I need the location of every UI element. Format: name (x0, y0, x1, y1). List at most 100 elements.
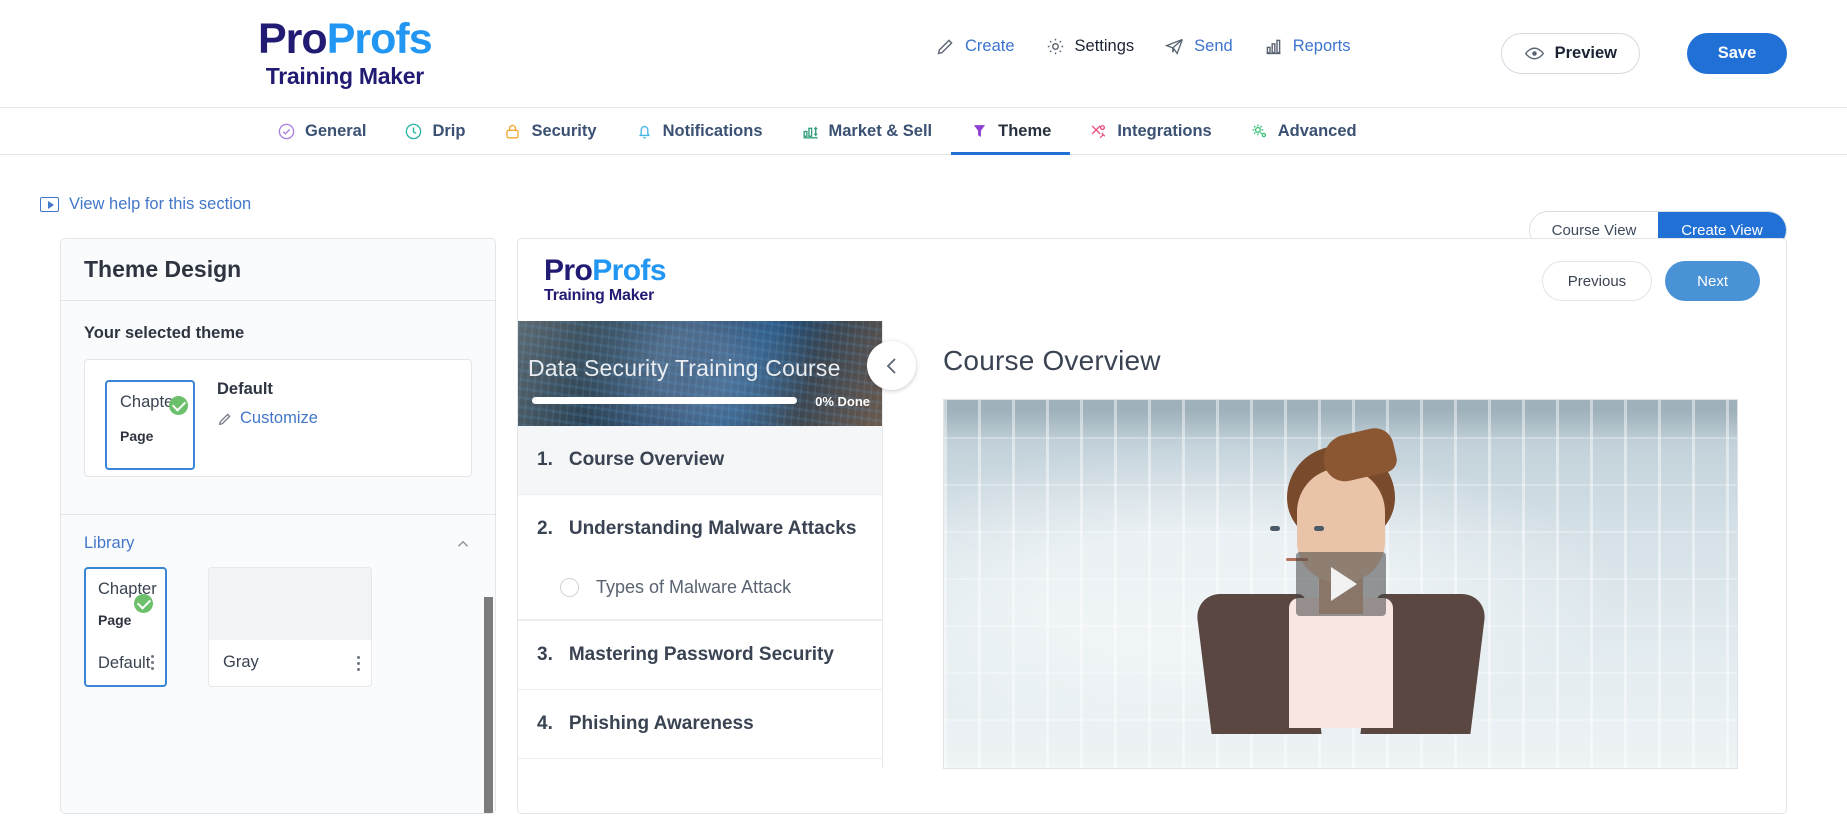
outline-item-number: 2. (537, 518, 553, 539)
bar-chart-icon (1263, 36, 1284, 57)
video-play-icon (40, 197, 59, 212)
proprofs-logo[interactable]: ProProfs Training Maker (258, 14, 433, 90)
nav-create[interactable]: Create (935, 36, 1015, 57)
course-progress-label: 0% Done (815, 394, 870, 409)
course-preview-panel: ProProfs Training Maker Previous Next Da… (517, 238, 1787, 814)
course-progress-bar (532, 397, 797, 404)
preview-logo-subtitle: Training Maker (544, 286, 655, 304)
save-button-label: Save (1717, 44, 1757, 62)
selected-theme-name: Default (217, 380, 273, 398)
selected-theme-thumbnail[interactable]: Chapter Page (105, 380, 195, 470)
library-card-page-label: Page (98, 612, 132, 628)
funnel-icon (970, 122, 989, 141)
tab-notifications[interactable]: Notifications (616, 108, 782, 154)
selected-theme-card[interactable]: Chapter Page Default Customize (84, 359, 472, 477)
tab-general-label: General (305, 121, 367, 140)
outline-item-number: 1. (537, 449, 553, 470)
tab-market-and-sell-label: Market & Sell (828, 121, 933, 140)
library-card-default[interactable]: Chapter Page Default (84, 567, 167, 687)
outline-item-label: Course Overview (568, 449, 725, 470)
outline-item-label: Mastering Password Security (568, 644, 834, 665)
collapse-sidebar-button[interactable] (867, 341, 916, 390)
outline-subitem-label: Types of Malware Attack (596, 577, 792, 597)
play-icon (1330, 567, 1357, 601)
library-grid: Chapter Page Default Gray (61, 553, 495, 687)
theme-design-body: Your selected theme Chapter Page Default… (61, 301, 495, 477)
video-play-button[interactable] (1295, 552, 1386, 616)
outline-item-label: Phishing Awareness (568, 713, 754, 734)
nav-reports[interactable]: Reports (1263, 36, 1351, 57)
lesson-content: Course Overview (883, 321, 1786, 769)
outline-item-number: 4. (537, 713, 553, 734)
library-card-gray[interactable]: Gray (208, 567, 372, 687)
preview-button-label: Preview (1554, 44, 1617, 62)
preview-button[interactable]: Preview (1500, 33, 1640, 74)
outline-item-label: Understanding Malware Attacks (568, 518, 857, 539)
tools-icon (1089, 122, 1108, 141)
library-card-name: Default (98, 654, 151, 672)
save-button[interactable]: Save (1687, 33, 1787, 74)
nav-settings[interactable]: Settings (1045, 36, 1135, 57)
tab-security[interactable]: Security (484, 108, 615, 154)
library-card-menu-icon[interactable] (357, 656, 361, 674)
preview-nav-buttons: Previous Next (1541, 261, 1760, 301)
eye-left (1269, 526, 1280, 531)
tab-general[interactable]: General (258, 108, 385, 154)
logo-pro-text: Pro (258, 14, 328, 63)
library-card-menu-icon[interactable] (151, 655, 155, 673)
help-row: View help for this section (0, 155, 1847, 214)
gear-icon (1045, 36, 1066, 57)
tab-market-and-sell[interactable]: Market & Sell (782, 108, 952, 154)
selected-theme-label: Your selected theme (84, 324, 245, 342)
preview-logo-profs-text: Profs (592, 253, 666, 287)
chevron-left-icon (880, 354, 904, 378)
lesson-title: Course Overview (943, 345, 1161, 376)
course-title: Data Security Training Course (528, 355, 841, 381)
customize-link[interactable]: Customize (217, 409, 318, 428)
view-help-link[interactable]: View help for this section (40, 195, 251, 214)
library-header[interactable]: Library (61, 515, 495, 553)
tab-theme-label: Theme (998, 121, 1052, 140)
outline-subitem-types-of-malware-attack[interactable]: Types of Malware Attack (518, 563, 882, 620)
lock-icon (503, 122, 522, 141)
main-content: Theme Design Your selected theme Chapter… (0, 214, 1847, 814)
tab-theme[interactable]: Theme (951, 108, 1071, 155)
pencil-icon (217, 411, 233, 427)
nav-send[interactable]: Send (1164, 36, 1233, 57)
paper-plane-icon (1164, 36, 1185, 57)
pencil-icon (935, 36, 956, 57)
logo-wordmark: ProProfs (258, 14, 433, 63)
theme-design-title: Theme Design (61, 239, 495, 301)
tab-integrations-label: Integrations (1117, 121, 1212, 140)
outline-item-2[interactable]: 2. Understanding Malware Attacks (518, 495, 882, 563)
outline-item-3[interactable]: 3. Mastering Password Security (518, 621, 882, 690)
eye-right (1313, 526, 1324, 531)
tab-security-label: Security (531, 121, 597, 140)
nav-send-label: Send (1194, 37, 1233, 55)
panel-scrollbar[interactable] (484, 597, 493, 813)
gears-icon (1250, 122, 1269, 141)
check-icon (169, 396, 188, 415)
preview-logo-pro-text: Pro (544, 253, 593, 287)
outline-item-1[interactable]: 1. Course Overview (518, 426, 882, 495)
tab-integrations[interactable]: Integrations (1070, 108, 1230, 154)
nav-create-label: Create (965, 37, 1015, 55)
course-outline: Data Security Training Course 0% Done 1.… (518, 321, 916, 769)
outline-item-4[interactable]: 4. Phishing Awareness (518, 690, 882, 759)
preview-header: ProProfs Training Maker Previous Next (518, 239, 1786, 321)
tab-notifications-label: Notifications (662, 121, 763, 140)
next-button[interactable]: Next (1665, 261, 1760, 301)
tab-drip-label: Drip (432, 121, 466, 140)
nav-settings-label: Settings (1074, 37, 1135, 55)
tab-drip[interactable]: Drip (385, 108, 484, 154)
eye-icon (1524, 43, 1545, 64)
previous-button[interactable]: Previous (1541, 261, 1653, 301)
lesson-video[interactable] (943, 399, 1738, 769)
preview-body: Data Security Training Course 0% Done 1.… (518, 321, 1786, 769)
library-card-chapter-label: Chapter (98, 580, 157, 598)
chevron-up-icon[interactable] (454, 535, 472, 553)
nav-reports-label: Reports (1292, 37, 1351, 55)
view-help-label: View help for this section (69, 195, 252, 213)
check-circle-icon (277, 122, 296, 141)
tab-advanced[interactable]: Advanced (1231, 108, 1376, 154)
